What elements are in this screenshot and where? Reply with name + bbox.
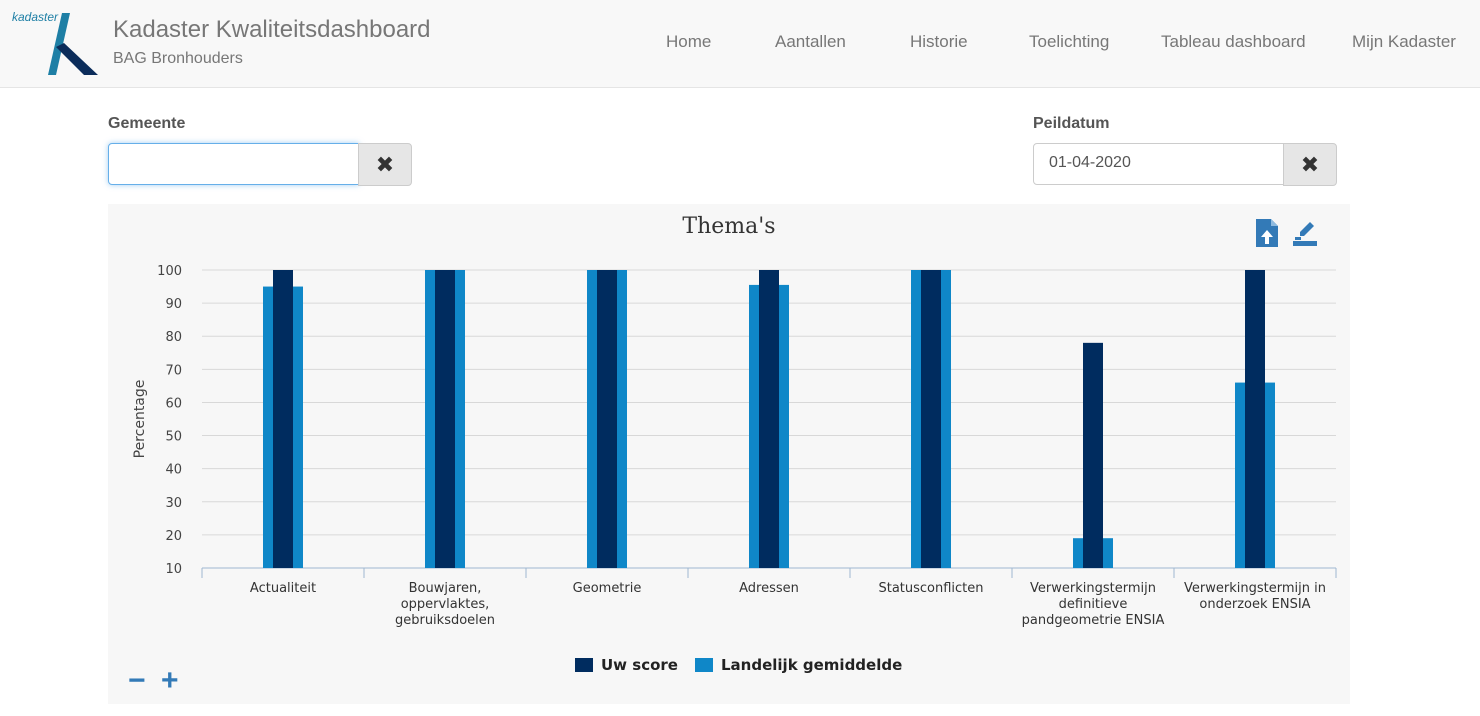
nav-aantallen[interactable]: Aantallen (775, 32, 846, 52)
peildatum-label: Peildatum (1033, 115, 1110, 132)
chart-plot-area: 10 20 30 40 50 60 70 80 90 100 Percentage Actualite… (132, 264, 1337, 628)
bar-uw-score (921, 270, 941, 568)
zoom-in-button[interactable]: + (161, 666, 179, 696)
themas-chart: Thema's 10 20 30 40 50 60 70 80 90 100 Percentage A… (108, 204, 1350, 704)
legend-landelijk-gemiddelde[interactable]: Landelijk gemiddelde (695, 656, 902, 674)
bar-uw-score (597, 270, 617, 568)
nav-historie[interactable]: Historie (910, 32, 968, 52)
close-icon: ✖ (375, 151, 395, 177)
x-tick-label: onderzoek ENSIA (1199, 597, 1310, 612)
legend-swatch-landelijk (695, 658, 713, 672)
x-tick-label: Bouwjaren, (409, 581, 482, 596)
x-tick-label: oppervlaktes, (401, 597, 490, 612)
y-tick-label: 30 (165, 496, 182, 511)
bar-uw-score (273, 270, 293, 568)
legend-uw-score[interactable]: Uw score (575, 656, 678, 674)
peildatum-input[interactable]: 01-04-2020 (1033, 143, 1284, 185)
y-tick-label: 90 (165, 297, 182, 312)
kadaster-k-icon (48, 13, 98, 75)
bar-uw-score (759, 270, 779, 568)
bar-uw-score (1245, 270, 1265, 568)
close-icon: ✖ (1300, 151, 1320, 177)
legend-swatch-uw-score (575, 658, 593, 672)
y-tick-label: 70 (165, 363, 182, 378)
x-tick-label: definitieve (1059, 597, 1128, 612)
app-subtitle: BAG Bronhouders (113, 50, 243, 67)
bar-uw-score (435, 270, 455, 568)
x-tick-label: pandgeometrie ENSIA (1022, 613, 1165, 628)
app-title: Kadaster Kwaliteitsdashboard (113, 16, 431, 43)
y-tick-label: 80 (165, 330, 182, 345)
top-navbar: kadaster Kadaster Kwaliteitsdashboard BA… (0, 0, 1480, 88)
x-tick-label: gebruiksdoelen (395, 613, 495, 628)
nav-home[interactable]: Home (666, 32, 711, 52)
gemeente-label: Gemeente (108, 115, 186, 132)
y-tick-label: 20 (165, 529, 182, 544)
zoom-out-button[interactable]: − (128, 666, 146, 696)
nav-mijn-kadaster[interactable]: Mijn Kadaster (1352, 32, 1456, 52)
x-tick-label: Verwerkingstermijn in (1184, 581, 1326, 596)
legend-label-landelijk: Landelijk gemiddelde (721, 656, 903, 674)
x-tick-label: Adressen (739, 581, 799, 596)
y-axis-title: Percentage (132, 380, 148, 459)
peildatum-clear-button[interactable]: ✖ (1283, 143, 1337, 186)
x-tick-label: Actualiteit (250, 581, 316, 596)
gemeente-clear-button[interactable]: ✖ (358, 143, 412, 186)
y-tick-label: 10 (165, 562, 182, 577)
y-tick-label: 60 (165, 396, 182, 411)
legend-label-uw-score: Uw score (601, 656, 678, 674)
y-tick-label: 100 (157, 264, 182, 279)
x-tick-label: Verwerkingstermijn (1030, 581, 1156, 596)
x-tick-label: Statusconflicten (878, 581, 983, 596)
y-tick-label: 40 (165, 463, 182, 478)
nav-tableau-dashboard[interactable]: Tableau dashboard (1161, 32, 1306, 52)
bar-uw-score (1083, 342, 1103, 568)
x-tick-label: Geometrie (573, 581, 642, 596)
nav-toelichting[interactable]: Toelichting (1029, 32, 1109, 52)
kadaster-logo[interactable]: kadaster (10, 10, 100, 76)
gemeente-input[interactable] (108, 143, 359, 185)
y-tick-label: 50 (165, 430, 182, 445)
